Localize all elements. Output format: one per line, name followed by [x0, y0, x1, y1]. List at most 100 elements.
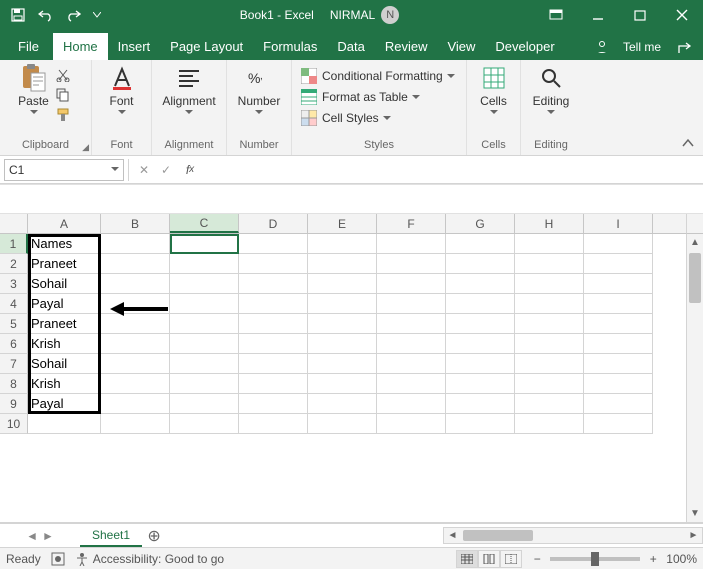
cell[interactable] [446, 274, 515, 294]
col-header-b[interactable]: B [101, 214, 170, 233]
cell[interactable] [239, 294, 308, 314]
cell[interactable] [377, 374, 446, 394]
cell[interactable] [377, 394, 446, 414]
tab-page-layout[interactable]: Page Layout [160, 33, 253, 60]
cell[interactable] [239, 234, 308, 254]
zoom-in-button[interactable]: + [646, 552, 660, 566]
tab-view[interactable]: View [437, 33, 485, 60]
cell[interactable] [170, 334, 239, 354]
cell[interactable] [101, 254, 170, 274]
minimize-button[interactable] [577, 0, 619, 30]
cell[interactable] [308, 394, 377, 414]
cell[interactable] [446, 314, 515, 334]
tell-me[interactable]: Tell me [615, 40, 669, 54]
cell[interactable] [584, 374, 653, 394]
page-layout-view-button[interactable] [478, 550, 500, 568]
select-all-corner[interactable] [0, 214, 28, 234]
alignment-button[interactable]: Alignment [162, 64, 215, 115]
formula-input[interactable] [201, 159, 703, 181]
ribbon-display-button[interactable] [535, 0, 577, 30]
cell[interactable] [170, 234, 239, 254]
row-header[interactable]: 10 [0, 414, 28, 434]
insert-function-button[interactable]: fx [179, 159, 201, 181]
cell[interactable] [446, 334, 515, 354]
tab-insert[interactable]: Insert [108, 33, 161, 60]
tab-home[interactable]: Home [53, 33, 108, 60]
cell[interactable] [446, 414, 515, 434]
row-header[interactable]: 3 [0, 274, 28, 294]
row-header[interactable]: 4 [0, 294, 28, 314]
cell[interactable] [239, 254, 308, 274]
cell[interactable] [377, 274, 446, 294]
cell[interactable] [308, 414, 377, 434]
cell[interactable] [584, 254, 653, 274]
clipboard-launcher[interactable]: ◢ [82, 142, 89, 153]
cell[interactable] [170, 394, 239, 414]
cell[interactable]: Praneet [28, 314, 101, 334]
cell[interactable]: Krish [28, 334, 101, 354]
col-header-g[interactable]: G [446, 214, 515, 233]
cell[interactable] [239, 354, 308, 374]
cell[interactable] [239, 414, 308, 434]
cell[interactable] [584, 234, 653, 254]
cell[interactable] [446, 234, 515, 254]
cell[interactable] [308, 254, 377, 274]
close-button[interactable] [661, 0, 703, 30]
row-header[interactable]: 5 [0, 314, 28, 334]
cut-button[interactable] [53, 66, 73, 84]
tab-data[interactable]: Data [327, 33, 374, 60]
normal-view-button[interactable] [456, 550, 478, 568]
cell[interactable] [239, 274, 308, 294]
cell[interactable] [239, 334, 308, 354]
name-box[interactable]: C1 [4, 159, 124, 181]
row-header[interactable]: 1 [0, 234, 28, 254]
horizontal-scrollbar[interactable]: ◄ ► [443, 527, 703, 544]
col-header-e[interactable]: E [308, 214, 377, 233]
cell[interactable] [170, 414, 239, 434]
cell[interactable] [515, 374, 584, 394]
cell[interactable] [515, 334, 584, 354]
new-sheet-button[interactable]: ⊕ [142, 524, 166, 548]
hscroll-thumb[interactable] [463, 530, 533, 541]
cell[interactable] [515, 414, 584, 434]
cell[interactable]: Payal [28, 394, 101, 414]
tab-developer[interactable]: Developer [485, 33, 564, 60]
cell[interactable] [515, 234, 584, 254]
cell[interactable] [446, 354, 515, 374]
cell[interactable] [308, 334, 377, 354]
cell[interactable] [101, 414, 170, 434]
cell-styles-button[interactable]: Cell Styles [300, 108, 455, 128]
cell[interactable] [170, 314, 239, 334]
cell[interactable]: Praneet [28, 254, 101, 274]
zoom-slider[interactable] [550, 557, 640, 561]
sheet-tab-1[interactable]: Sheet1 [80, 525, 142, 547]
cell[interactable] [28, 414, 101, 434]
copy-button[interactable] [53, 86, 73, 104]
cells-button[interactable]: Cells [480, 64, 508, 115]
row-header[interactable]: 8 [0, 374, 28, 394]
row-header[interactable]: 9 [0, 394, 28, 414]
cell[interactable] [584, 274, 653, 294]
cell[interactable] [515, 254, 584, 274]
cell[interactable] [584, 414, 653, 434]
cell[interactable] [584, 314, 653, 334]
cell[interactable]: Payal [28, 294, 101, 314]
paste-button[interactable]: Paste [18, 64, 49, 115]
cell[interactable] [239, 394, 308, 414]
cell[interactable] [377, 354, 446, 374]
cell[interactable] [584, 394, 653, 414]
conditional-formatting-button[interactable]: Conditional Formatting [300, 66, 455, 86]
cell[interactable] [308, 234, 377, 254]
number-button[interactable]: %, Number [238, 64, 281, 115]
cell[interactable] [170, 294, 239, 314]
row-header[interactable]: 7 [0, 354, 28, 374]
cell[interactable] [101, 394, 170, 414]
cell[interactable] [308, 274, 377, 294]
scroll-down-button[interactable]: ▼ [687, 505, 703, 522]
cell[interactable] [515, 354, 584, 374]
cell[interactable] [170, 354, 239, 374]
col-header-i[interactable]: I [584, 214, 653, 233]
cell[interactable] [308, 294, 377, 314]
cell[interactable] [308, 374, 377, 394]
cell[interactable] [515, 314, 584, 334]
